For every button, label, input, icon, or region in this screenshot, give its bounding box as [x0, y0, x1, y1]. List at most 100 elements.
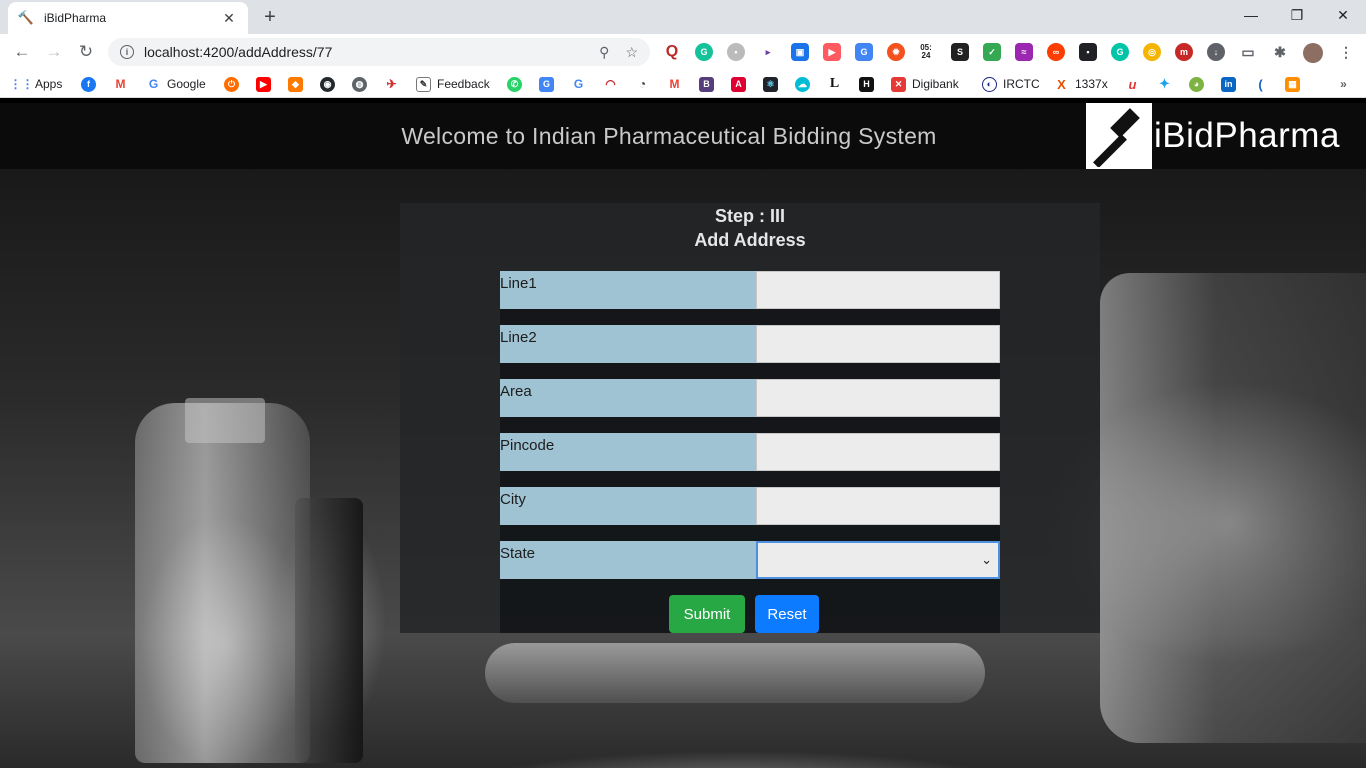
bookmark-u[interactable]: u [1125, 75, 1140, 93]
bookmark-digibank[interactable]: ✕ Digibank [891, 75, 959, 93]
pincode-input[interactable] [756, 433, 1000, 471]
restore-icon[interactable]: ❐ [1274, 0, 1320, 30]
submit-button[interactable]: Submit [669, 595, 745, 633]
bookmark-bootstrap[interactable]: B [699, 75, 714, 93]
minimize-icon[interactable]: — [1228, 0, 1274, 30]
blocker-ext-icon[interactable]: • [727, 43, 745, 61]
back-icon[interactable]: ← [8, 38, 36, 66]
github-icon: ◉ [320, 76, 335, 92]
line2-input[interactable] [756, 325, 1000, 363]
pip-ext-icon[interactable]: ▪ [1079, 43, 1097, 61]
apps-grid-icon: ⋮⋮ [9, 76, 34, 92]
profile-avatar[interactable] [1303, 43, 1323, 63]
bookmark-gmail-2[interactable]: M [667, 75, 682, 93]
close-window-icon[interactable]: ✕ [1320, 0, 1366, 30]
line1-input[interactable] [756, 271, 1000, 309]
bookmark-1337x[interactable]: X 1337x [1054, 75, 1108, 93]
reset-button[interactable]: Reset [755, 595, 819, 633]
bookmark-globe[interactable]: ◍ [352, 75, 367, 93]
digibank-icon: ✕ [891, 76, 906, 92]
bookmark-react[interactable]: ⚛ [763, 75, 778, 93]
key-icon[interactable]: ⚲ [599, 44, 609, 61]
m-ext-icon[interactable]: m [1175, 43, 1193, 61]
google-icon: G [146, 76, 161, 92]
browser-tab[interactable]: 🔨 iBidPharma ✕ [8, 2, 248, 34]
city-label: City [500, 487, 756, 525]
bookmark-apps[interactable]: ⋮⋮ Apps [9, 75, 62, 93]
bookmark-irctc[interactable]: ◐ IRCTC [982, 75, 1040, 93]
clock-ext-icon[interactable]: 05: 24 [917, 43, 935, 61]
cursor-ext-icon[interactable]: ▸ [759, 43, 777, 61]
wave-ext-icon[interactable]: ≈ [1015, 43, 1033, 61]
video-ext-icon[interactable]: ▶ [823, 43, 841, 61]
form-row-line1: Line1 [500, 271, 1000, 309]
bookmark-android[interactable]: ◕ [1189, 75, 1204, 93]
close-tab-icon[interactable]: ✕ [220, 9, 238, 27]
bookmark-linkedin[interactable]: in [1221, 75, 1236, 93]
grammarly-ext-icon[interactable]: G [695, 43, 713, 61]
bookmark-l[interactable]: L [827, 75, 842, 93]
menu-kebab-icon[interactable]: ⋮ [1337, 43, 1355, 61]
bookmark-gmail[interactable]: M [113, 75, 128, 93]
bookmark-youtube[interactable]: ▶ [256, 75, 271, 93]
bookmark-speed[interactable]: ◠ [603, 75, 618, 93]
form-row-city: City [500, 487, 1000, 525]
reload-icon[interactable]: ↻ [72, 38, 100, 66]
quora-ext-icon[interactable]: Q [663, 43, 681, 61]
bookmark-github[interactable]: ◉ [320, 75, 335, 93]
cast-ext-icon[interactable]: ▭ [1239, 43, 1257, 61]
bookmark-twitter[interactable]: ✦ [1157, 75, 1172, 93]
shield-ext-icon[interactable]: ✓ [983, 43, 1001, 61]
bookmark-whatsapp[interactable]: ✆ [507, 75, 522, 93]
area-input[interactable] [756, 379, 1000, 417]
react-icon: ⚛ [763, 76, 778, 92]
bookmark-gauge[interactable]: ◔ [635, 75, 650, 93]
background-flask-image [1100, 273, 1366, 743]
state-select[interactable]: ⌄ [756, 541, 1000, 579]
gavel-logo-icon [1086, 103, 1152, 169]
bookmark-google[interactable]: G Google [146, 75, 206, 93]
screenshot-ext-icon[interactable]: ▣ [791, 43, 809, 61]
bookmark-c[interactable]: ( [1253, 75, 1268, 93]
sih-ext-icon[interactable]: S [951, 43, 969, 61]
logo-text: iBidPharma [1154, 116, 1340, 155]
bookmark-translate[interactable]: G [539, 75, 554, 93]
form-row-area: Area [500, 379, 1000, 417]
bookmark-grid[interactable]: ▦ [1285, 75, 1300, 93]
box-icon: ◆ [288, 76, 303, 92]
site-info-icon[interactable]: i [120, 45, 134, 59]
tab-strip: 🔨 iBidPharma ✕ + — ❐ ✕ [0, 0, 1366, 34]
bookmark-box[interactable]: ◆ [288, 75, 303, 93]
city-input[interactable] [756, 487, 1000, 525]
background-bottle-image [135, 403, 310, 763]
gavel-icon: 🔨 [17, 10, 35, 25]
address-bar[interactable]: i localhost:4200/addAddress/77 ⚲ ☆ [108, 38, 650, 66]
bookmark-runner[interactable]: ✈ [384, 75, 399, 93]
bookmark-feedback[interactable]: ✎ Feedback [416, 75, 490, 93]
owl-ext-icon[interactable]: ◎ [1143, 43, 1161, 61]
site-logo[interactable]: iBidPharma [1086, 103, 1366, 169]
url-text[interactable]: localhost:4200/addAddress/77 [144, 44, 583, 60]
bookmarks-overflow[interactable]: » [1336, 75, 1351, 93]
fire-ext-icon[interactable]: ✹ [887, 43, 905, 61]
bookmark-google-2[interactable]: G [571, 75, 586, 93]
download-ext-icon[interactable]: ↓ [1207, 43, 1225, 61]
bookmark-cloud[interactable]: ☁ [795, 75, 810, 93]
bookmark-angular[interactable]: A [731, 75, 746, 93]
extensions-puzzle-icon[interactable]: ✱ [1271, 43, 1289, 61]
site-header: Welcome to Indian Pharmaceutical Bidding… [0, 103, 1366, 169]
forward-icon[interactable]: → [40, 38, 68, 66]
new-tab-button[interactable]: + [256, 5, 284, 29]
translate-ext-icon[interactable]: G [855, 43, 873, 61]
g-ext-icon[interactable]: G [1111, 43, 1129, 61]
bookmark-facebook[interactable]: f [81, 75, 96, 93]
step-indicator: Step : III [714, 206, 785, 226]
android-icon: ◕ [1189, 76, 1204, 92]
star-icon[interactable]: ☆ [625, 44, 638, 61]
form-actions: Submit Reset [500, 595, 1000, 633]
bookmark-power[interactable]: ⏻ [224, 75, 239, 93]
infinity-ext-icon[interactable]: ∞ [1047, 43, 1065, 61]
area-label: Area [500, 379, 756, 417]
bootstrap-icon: B [699, 76, 714, 92]
bookmark-hackerrank[interactable]: H [859, 75, 874, 93]
